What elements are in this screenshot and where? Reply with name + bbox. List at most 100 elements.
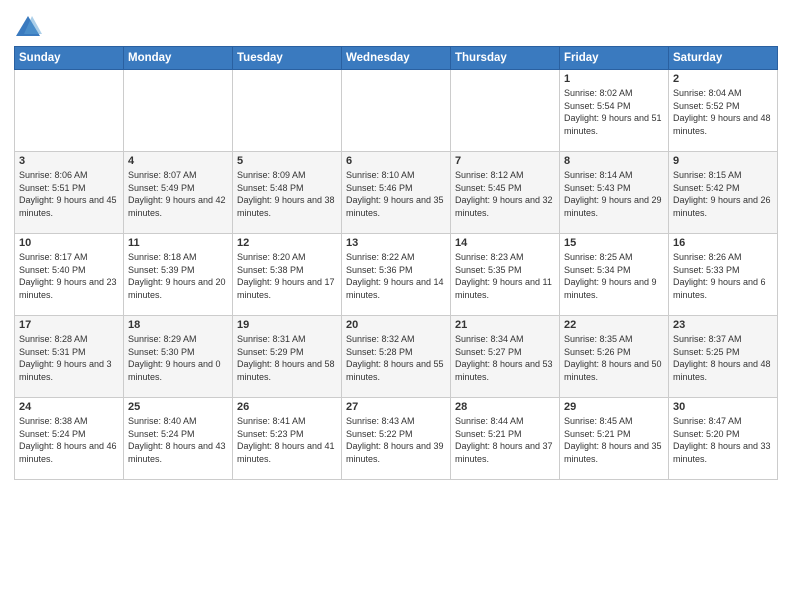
day-number: 3 <box>19 155 119 167</box>
day-number: 26 <box>237 401 337 413</box>
calendar-cell: 26 Sunrise: 8:41 AM Sunset: 5:23 PM Dayli… <box>233 398 342 480</box>
calendar-cell: 3 Sunrise: 8:06 AM Sunset: 5:51 PM Daylig… <box>15 152 124 234</box>
calendar-cell: 18 Sunrise: 8:29 AM Sunset: 5:30 PM Dayli… <box>124 316 233 398</box>
day-number: 21 <box>455 319 555 331</box>
calendar-cell: 4 Sunrise: 8:07 AM Sunset: 5:49 PM Daylig… <box>124 152 233 234</box>
calendar-cell: 22 Sunrise: 8:35 AM Sunset: 5:26 PM Dayli… <box>560 316 669 398</box>
calendar-cell: 21 Sunrise: 8:34 AM Sunset: 5:27 PM Dayli… <box>451 316 560 398</box>
main-container: SundayMondayTuesdayWednesdayThursdayFrid… <box>0 0 792 486</box>
day-number: 4 <box>128 155 228 167</box>
day-number: 27 <box>346 401 446 413</box>
day-info: Sunrise: 8:12 AM Sunset: 5:45 PM Dayligh… <box>455 169 555 219</box>
calendar-header-wednesday: Wednesday <box>342 47 451 70</box>
calendar-header-monday: Monday <box>124 47 233 70</box>
calendar-cell: 11Sunrise: 8:18 AM Sunset: 5:39 PM Dayli… <box>124 234 233 316</box>
calendar-cell <box>451 70 560 152</box>
calendar-cell: 5 Sunrise: 8:09 AM Sunset: 5:48 PM Daylig… <box>233 152 342 234</box>
calendar-cell: 19 Sunrise: 8:31 AM Sunset: 5:29 PM Dayli… <box>233 316 342 398</box>
calendar-cell: 2 Sunrise: 8:04 AM Sunset: 5:52 PM Daylig… <box>669 70 778 152</box>
day-info: Sunrise: 8:43 AM Sunset: 5:22 PM Dayligh… <box>346 415 446 465</box>
day-info: Sunrise: 8:38 AM Sunset: 5:24 PM Dayligh… <box>19 415 119 465</box>
day-info: Sunrise: 8:37 AM Sunset: 5:25 PM Dayligh… <box>673 333 773 383</box>
day-number: 9 <box>673 155 773 167</box>
day-info: Sunrise: 8:09 AM Sunset: 5:48 PM Dayligh… <box>237 169 337 219</box>
day-info: Sunrise: 8:06 AM Sunset: 5:51 PM Dayligh… <box>19 169 119 219</box>
calendar-cell: 14 Sunrise: 8:23 AM Sunset: 5:35 PM Dayli… <box>451 234 560 316</box>
calendar-cell: 27 Sunrise: 8:43 AM Sunset: 5:22 PM Dayli… <box>342 398 451 480</box>
calendar-cell: 24 Sunrise: 8:38 AM Sunset: 5:24 PM Dayli… <box>15 398 124 480</box>
day-number: 5 <box>237 155 337 167</box>
day-info: Sunrise: 8:23 AM Sunset: 5:35 PM Dayligh… <box>455 251 555 301</box>
calendar-cell: 9Sunrise: 8:15 AM Sunset: 5:42 PM Daylig… <box>669 152 778 234</box>
calendar-cell: 29Sunrise: 8:45 AM Sunset: 5:21 PM Dayli… <box>560 398 669 480</box>
day-info: Sunrise: 8:41 AM Sunset: 5:23 PM Dayligh… <box>237 415 337 465</box>
calendar-cell: 7 Sunrise: 8:12 AM Sunset: 5:45 PM Daylig… <box>451 152 560 234</box>
day-number: 15 <box>564 237 664 249</box>
day-number: 19 <box>237 319 337 331</box>
day-number: 1 <box>564 73 664 85</box>
calendar-cell <box>233 70 342 152</box>
day-number: 28 <box>455 401 555 413</box>
day-info: Sunrise: 8:44 AM Sunset: 5:21 PM Dayligh… <box>455 415 555 465</box>
day-number: 14 <box>455 237 555 249</box>
day-info: Sunrise: 8:22 AM Sunset: 5:36 PM Dayligh… <box>346 251 446 301</box>
day-info: Sunrise: 8:10 AM Sunset: 5:46 PM Dayligh… <box>346 169 446 219</box>
calendar-week-0: 1 Sunrise: 8:02 AM Sunset: 5:54 PM Daylig… <box>15 70 778 152</box>
logo <box>14 14 46 42</box>
day-number: 25 <box>128 401 228 413</box>
calendar-cell <box>342 70 451 152</box>
day-number: 16 <box>673 237 773 249</box>
day-number: 17 <box>19 319 119 331</box>
day-number: 8 <box>564 155 664 167</box>
day-number: 23 <box>673 319 773 331</box>
calendar-week-1: 3 Sunrise: 8:06 AM Sunset: 5:51 PM Daylig… <box>15 152 778 234</box>
day-info: Sunrise: 8:28 AM Sunset: 5:31 PM Dayligh… <box>19 333 119 383</box>
day-number: 29 <box>564 401 664 413</box>
day-number: 6 <box>346 155 446 167</box>
calendar-week-2: 10 Sunrise: 8:17 AM Sunset: 5:40 PM Dayli… <box>15 234 778 316</box>
calendar-cell <box>124 70 233 152</box>
day-info: Sunrise: 8:34 AM Sunset: 5:27 PM Dayligh… <box>455 333 555 383</box>
day-number: 7 <box>455 155 555 167</box>
day-info: Sunrise: 8:07 AM Sunset: 5:49 PM Dayligh… <box>128 169 228 219</box>
day-number: 20 <box>346 319 446 331</box>
day-info: Sunrise: 8:47 AM Sunset: 5:20 PM Dayligh… <box>673 415 773 465</box>
calendar-cell: 13Sunrise: 8:22 AM Sunset: 5:36 PM Dayli… <box>342 234 451 316</box>
day-number: 10 <box>19 237 119 249</box>
day-info: Sunrise: 8:40 AM Sunset: 5:24 PM Dayligh… <box>128 415 228 465</box>
day-info: Sunrise: 8:26 AM Sunset: 5:33 PM Dayligh… <box>673 251 773 301</box>
day-info: Sunrise: 8:31 AM Sunset: 5:29 PM Dayligh… <box>237 333 337 383</box>
calendar-header-sunday: Sunday <box>15 47 124 70</box>
day-number: 22 <box>564 319 664 331</box>
calendar-cell: 17 Sunrise: 8:28 AM Sunset: 5:31 PM Dayli… <box>15 316 124 398</box>
day-info: Sunrise: 8:35 AM Sunset: 5:26 PM Dayligh… <box>564 333 664 383</box>
day-info: Sunrise: 8:04 AM Sunset: 5:52 PM Dayligh… <box>673 87 773 137</box>
calendar-cell: 20 Sunrise: 8:32 AM Sunset: 5:28 PM Dayli… <box>342 316 451 398</box>
day-info: Sunrise: 8:32 AM Sunset: 5:28 PM Dayligh… <box>346 333 446 383</box>
calendar-cell <box>15 70 124 152</box>
day-info: Sunrise: 8:17 AM Sunset: 5:40 PM Dayligh… <box>19 251 119 301</box>
day-number: 18 <box>128 319 228 331</box>
day-number: 24 <box>19 401 119 413</box>
day-number: 2 <box>673 73 773 85</box>
calendar-week-4: 24 Sunrise: 8:38 AM Sunset: 5:24 PM Dayli… <box>15 398 778 480</box>
day-info: Sunrise: 8:29 AM Sunset: 5:30 PM Dayligh… <box>128 333 228 383</box>
day-info: Sunrise: 8:02 AM Sunset: 5:54 PM Dayligh… <box>564 87 664 137</box>
calendar-header-tuesday: Tuesday <box>233 47 342 70</box>
calendar-cell: 1 Sunrise: 8:02 AM Sunset: 5:54 PM Daylig… <box>560 70 669 152</box>
calendar-cell: 30 Sunrise: 8:47 AM Sunset: 5:20 PM Dayli… <box>669 398 778 480</box>
calendar-header-saturday: Saturday <box>669 47 778 70</box>
calendar-header-friday: Friday <box>560 47 669 70</box>
calendar-cell: 8Sunrise: 8:14 AM Sunset: 5:43 PM Daylig… <box>560 152 669 234</box>
calendar-cell: 10 Sunrise: 8:17 AM Sunset: 5:40 PM Dayli… <box>15 234 124 316</box>
calendar-cell: 12Sunrise: 8:20 AM Sunset: 5:38 PM Dayli… <box>233 234 342 316</box>
logo-icon <box>14 14 42 42</box>
header-row <box>14 10 778 42</box>
calendar-cell: 6 Sunrise: 8:10 AM Sunset: 5:46 PM Daylig… <box>342 152 451 234</box>
day-info: Sunrise: 8:18 AM Sunset: 5:39 PM Dayligh… <box>128 251 228 301</box>
calendar-cell: 16 Sunrise: 8:26 AM Sunset: 5:33 PM Dayli… <box>669 234 778 316</box>
day-info: Sunrise: 8:25 AM Sunset: 5:34 PM Dayligh… <box>564 251 664 301</box>
calendar-cell: 28 Sunrise: 8:44 AM Sunset: 5:21 PM Dayli… <box>451 398 560 480</box>
day-number: 30 <box>673 401 773 413</box>
calendar-cell: 25 Sunrise: 8:40 AM Sunset: 5:24 PM Dayli… <box>124 398 233 480</box>
